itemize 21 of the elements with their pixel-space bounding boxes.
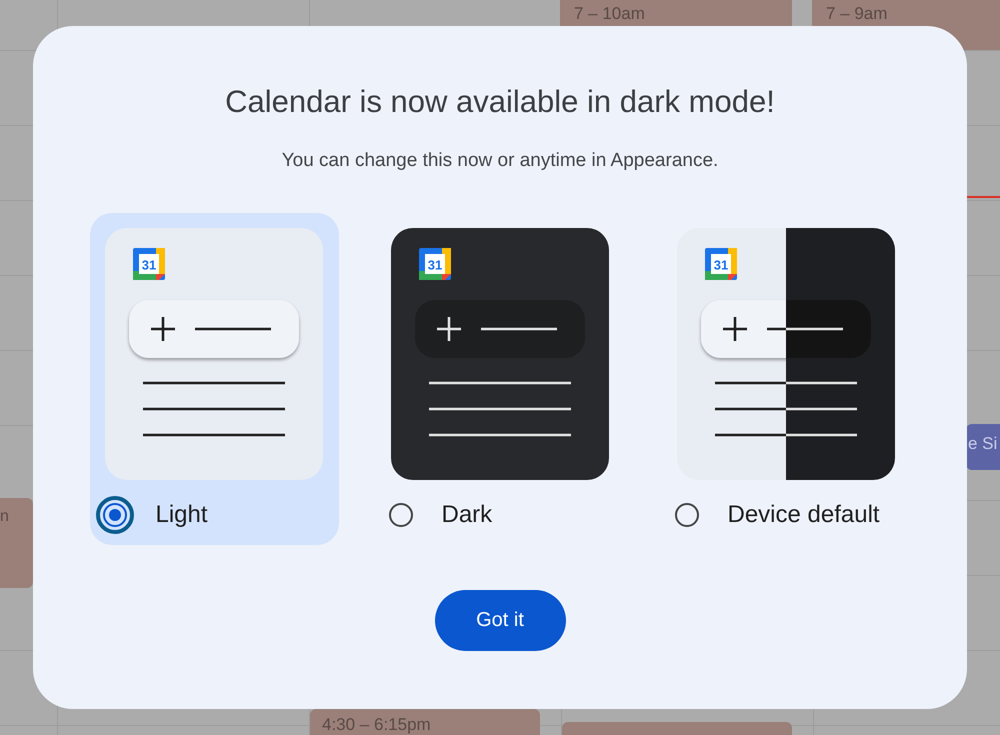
theme-option-card[interactable]: 31 Dark	[376, 213, 624, 545]
event-time: n	[0, 508, 9, 525]
calendar-icon: 31	[133, 248, 165, 280]
option-label: Device default	[728, 501, 880, 529]
event-time: e Si	[968, 434, 998, 453]
dialog-subtitle: You can change this now or anytime in Appearance.	[282, 150, 718, 172]
event-time: 4:30 – 6:15pm	[322, 715, 431, 734]
calendar-icon: 31	[705, 248, 737, 280]
theme-option-card[interactable]: 31 Device default	[662, 213, 910, 545]
calendar-icon: 31	[419, 248, 451, 280]
dialog-title: Calendar is now available in dark mode!	[225, 84, 775, 120]
event-time: 7 – 10am	[574, 4, 645, 23]
calendar-event[interactable]: n	[0, 498, 33, 588]
calendar-event[interactable]: e Si	[966, 424, 1000, 470]
event-time: 7 – 9am	[826, 4, 888, 23]
calendar-event[interactable]: 4:30 – 6:15pm	[310, 709, 540, 735]
got-it-button[interactable]: Got it	[434, 590, 566, 651]
option-label: Dark	[442, 501, 492, 529]
theme-option-card[interactable]: 31 Light	[90, 213, 338, 545]
radio-button[interactable]	[96, 496, 134, 534]
option-label: Light	[156, 501, 208, 529]
